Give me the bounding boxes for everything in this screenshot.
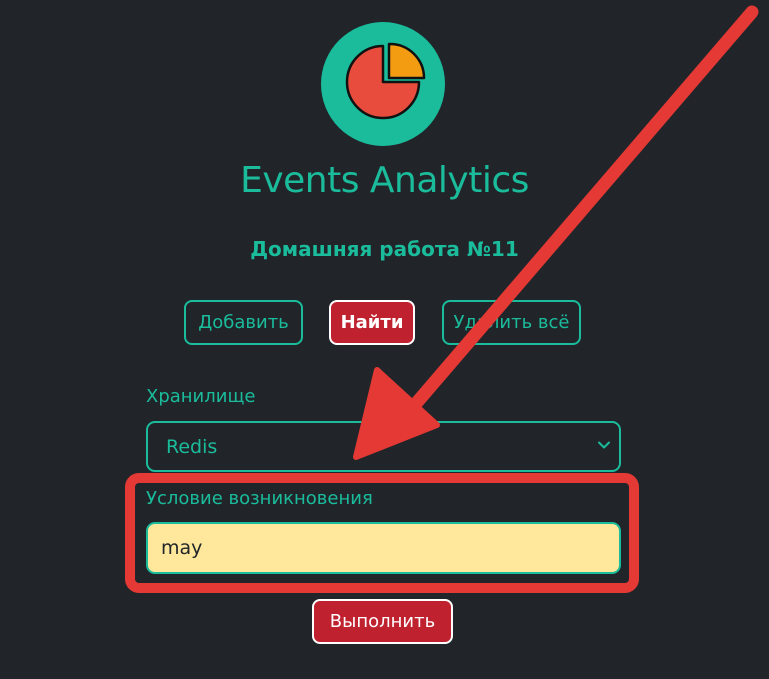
chevron-down-icon	[598, 441, 610, 449]
find-button[interactable]: Найти	[329, 300, 415, 345]
storage-label: Хранилище	[146, 386, 256, 407]
storage-select[interactable]: Redis	[146, 421, 621, 472]
condition-input-value: may	[161, 537, 203, 559]
page-subtitle: Домашняя работа №11	[250, 237, 519, 261]
storage-select-value: Redis	[166, 435, 218, 458]
add-button[interactable]: Добавить	[184, 300, 303, 345]
delete-all-button[interactable]: Удалить всё	[442, 300, 581, 345]
pie-chart-icon	[345, 42, 426, 120]
app-title: Events Analytics	[240, 160, 529, 201]
app-logo	[321, 22, 445, 146]
page: Events Analytics Домашняя работа №11 Доб…	[0, 0, 769, 679]
condition-label: Условие возникновения	[146, 488, 373, 509]
execute-button[interactable]: Выполнить	[312, 599, 453, 644]
condition-input[interactable]: may	[146, 522, 621, 574]
